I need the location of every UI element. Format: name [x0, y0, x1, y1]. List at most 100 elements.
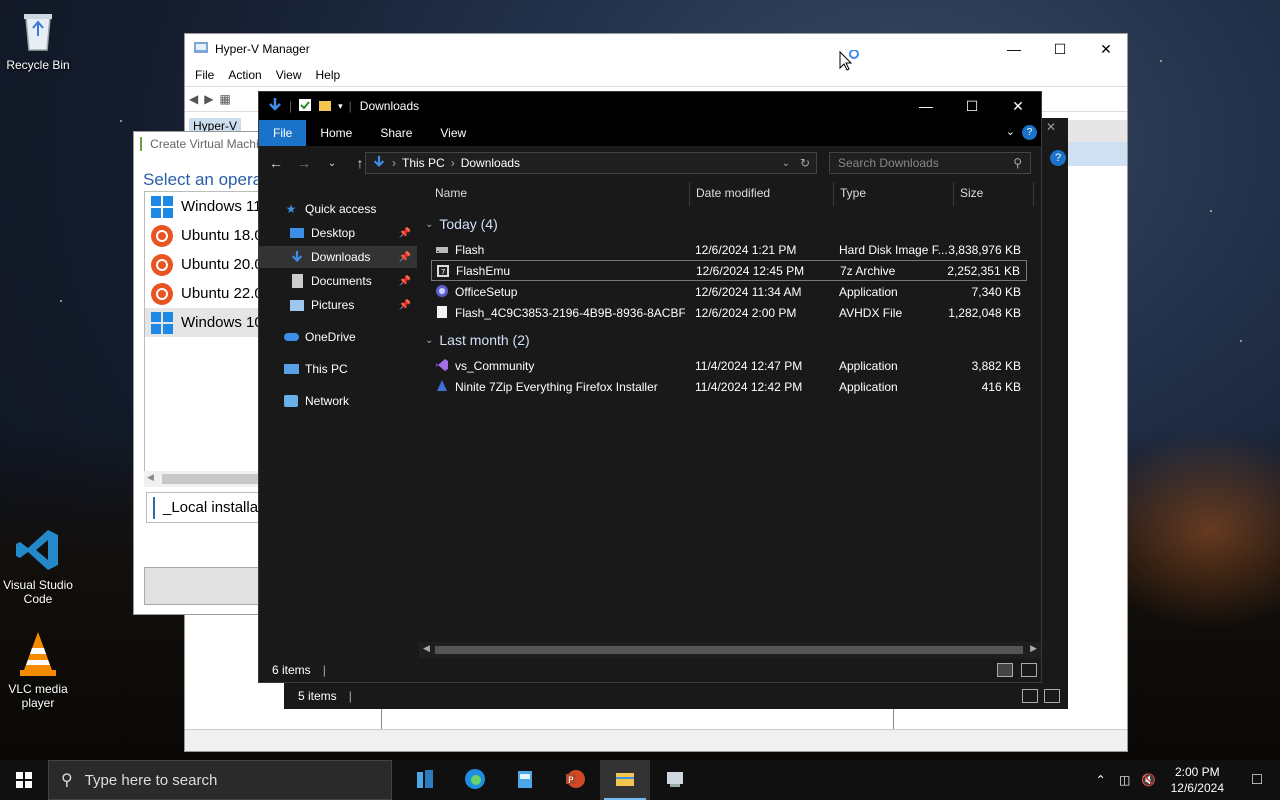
new-folder-icon[interactable]	[318, 98, 332, 115]
back-arrow-icon[interactable]: ←	[267, 155, 285, 171]
clock[interactable]: 2:00 PM 12/6/2024	[1161, 764, 1234, 796]
create-vm-titlebar[interactable]: Create Virtual Machine	[134, 132, 272, 156]
address-dropdown-icon[interactable]: ⌄	[782, 158, 790, 169]
scroll-left-icon[interactable]: ◀	[423, 643, 430, 654]
network-icon[interactable]: ◫	[1113, 773, 1137, 787]
create-vm-dialog[interactable]: Create Virtual Machine Select an operati…	[133, 131, 273, 615]
help-icon[interactable]: ?	[1050, 150, 1066, 166]
file-row[interactable]: vs_Community 11/4/2024 12:47 PM Applicat…	[431, 355, 1027, 376]
start-button[interactable]	[0, 760, 48, 800]
column-header-name[interactable]: Name	[435, 180, 467, 206]
scrollbar-thumb[interactable]	[162, 474, 272, 484]
scroll-left-icon[interactable]: ◀	[147, 472, 154, 483]
recent-locations-icon[interactable]: ⌄	[323, 158, 341, 169]
close-button[interactable]: ✕	[1083, 34, 1129, 64]
taskbar-search-box[interactable]: ⚲ Type here to search	[48, 760, 392, 800]
create-vm-button[interactable]	[144, 567, 272, 605]
desktop-icon-vlc[interactable]: VLC media player	[0, 630, 76, 710]
explorer-window[interactable]: | ▾ | Downloads — ☐ ✕ File Home Share Vi…	[258, 91, 1042, 683]
file-row[interactable]: 7 FlashEmu 12/6/2024 12:45 PM 7z Archive…	[431, 260, 1027, 281]
taskbar-app-hyperv[interactable]	[500, 760, 550, 800]
nav-network[interactable]: Network	[259, 390, 417, 412]
pin-icon[interactable]: 📌	[399, 276, 411, 287]
group-header-today[interactable]: ⌄ Today (4)	[425, 216, 498, 232]
os-option-ubuntu-20[interactable]: Ubuntu 20.04	[145, 250, 272, 279]
pin-icon[interactable]: 📌	[399, 252, 411, 263]
file-list[interactable]: Name Date modified Type Size ⌄ Today (4)…	[425, 180, 1037, 650]
os-list[interactable]: Windows 11 Ubuntu 18.04 Ubuntu 20.04 Ubu…	[144, 191, 272, 486]
menu-file[interactable]: File	[195, 68, 214, 82]
maximize-button[interactable]: ☐	[1037, 34, 1083, 64]
os-option-ubuntu-18[interactable]: Ubuntu 18.04	[145, 221, 272, 250]
column-header-size[interactable]: Size	[960, 180, 983, 206]
taskbar-app-file-explorer[interactable]	[600, 760, 650, 800]
search-box[interactable]: Search Downloads ⚲	[829, 152, 1031, 174]
properties-icon[interactable]	[298, 98, 312, 115]
file-list-scrollbar[interactable]: ◀ ▶	[419, 642, 1041, 658]
forward-arrow-icon[interactable]: →	[295, 155, 313, 171]
os-list-scrollbar[interactable]: ◀	[144, 471, 272, 487]
show-hidden-icons-icon[interactable]: ⌃	[1089, 773, 1113, 787]
breadcrumb-chevron-icon[interactable]: ›	[392, 156, 396, 170]
maximize-button[interactable]: ☐	[949, 92, 995, 120]
large-icons-view-icon[interactable]	[1021, 663, 1037, 677]
taskbar-app-vm-connection[interactable]	[650, 760, 700, 800]
forward-arrow-icon[interactable]: ▶	[204, 92, 213, 106]
help-icon[interactable]: ?	[1022, 125, 1037, 140]
menu-action[interactable]: Action	[228, 68, 261, 82]
minimize-button[interactable]: —	[903, 92, 949, 120]
breadcrumb-chevron-icon[interactable]: ›	[451, 156, 455, 170]
tab-home[interactable]: Home	[306, 120, 366, 146]
back-arrow-icon[interactable]: ◀	[189, 92, 198, 106]
breadcrumb-downloads[interactable]: Downloads	[461, 156, 520, 170]
menu-help[interactable]: Help	[316, 68, 341, 82]
tab-file[interactable]: File	[259, 120, 307, 146]
hyperv-titlebar[interactable]: Hyper-V Manager	[185, 34, 1127, 64]
nav-pictures[interactable]: Pictures 📌	[259, 294, 417, 316]
scroll-right-icon[interactable]: ▶	[1030, 643, 1037, 654]
pin-icon[interactable]: 📌	[399, 300, 411, 311]
column-header-type[interactable]: Type	[840, 180, 866, 206]
nav-onedrive[interactable]: OneDrive	[259, 326, 417, 348]
volume-muted-icon[interactable]: 🔇	[1137, 773, 1161, 787]
local-install-source-option[interactable]: _Local installation source	[146, 492, 272, 523]
close-button[interactable]: ✕	[995, 92, 1041, 120]
desktop-icon-vscode[interactable]: Visual Studio Code	[0, 526, 76, 606]
close-icon[interactable]: ✕	[1046, 120, 1056, 134]
taskbar-app-server-manager[interactable]	[400, 760, 450, 800]
nav-documents[interactable]: Documents 📌	[259, 270, 417, 292]
details-view-icon[interactable]	[997, 663, 1013, 677]
group-header-last-month[interactable]: ⌄ Last month (2)	[425, 332, 530, 348]
breadcrumb-this-pc[interactable]: This PC	[402, 156, 445, 170]
desktop-icon-recycle-bin[interactable]: Recycle Bin	[0, 6, 76, 72]
column-separator[interactable]	[833, 182, 834, 206]
os-option-ubuntu-22[interactable]: Ubuntu 22.04	[145, 279, 272, 308]
column-separator[interactable]	[689, 182, 690, 206]
tab-view[interactable]: View	[426, 120, 480, 146]
pin-icon[interactable]: 📌	[399, 228, 411, 239]
file-row[interactable]: OfficeSetup 12/6/2024 11:34 AM Applicati…	[431, 281, 1027, 302]
nav-this-pc[interactable]: This PC	[259, 358, 417, 380]
address-bar[interactable]: › This PC › Downloads ⌄ ↻	[365, 152, 817, 174]
customize-quick-access-icon[interactable]: ▾	[338, 101, 343, 112]
console-tree-icon[interactable]: ▦	[219, 92, 230, 106]
collapse-chevron-icon[interactable]: ⌄	[425, 219, 433, 230]
details-view-icon[interactable]	[1022, 689, 1038, 703]
scrollbar-thumb[interactable]	[435, 646, 1023, 654]
expand-ribbon-icon[interactable]: ⌄	[1006, 125, 1015, 138]
nav-desktop[interactable]: Desktop 📌	[259, 222, 417, 244]
taskbar-app-edge[interactable]	[450, 760, 500, 800]
collapse-chevron-icon[interactable]: ⌄	[425, 335, 433, 346]
nav-quick-access[interactable]: ★ Quick access	[259, 198, 417, 220]
file-row[interactable]: Flash_4C9C3853-2196-4B9B-8936-8ACBF... 1…	[431, 302, 1027, 323]
file-row[interactable]: Ninite 7Zip Everything Firefox Installer…	[431, 376, 1027, 397]
column-header-date[interactable]: Date modified	[696, 180, 770, 206]
taskbar-app-powerpoint[interactable]: P	[550, 760, 600, 800]
nav-downloads[interactable]: Downloads 📌	[259, 246, 417, 268]
refresh-icon[interactable]: ↻	[800, 156, 810, 170]
column-separator[interactable]	[1033, 182, 1034, 206]
large-icons-view-icon[interactable]	[1044, 689, 1060, 703]
os-option-windows-11[interactable]: Windows 11	[145, 192, 272, 221]
tab-share[interactable]: Share	[366, 120, 426, 146]
os-option-windows-10[interactable]: Windows 10	[145, 308, 272, 337]
